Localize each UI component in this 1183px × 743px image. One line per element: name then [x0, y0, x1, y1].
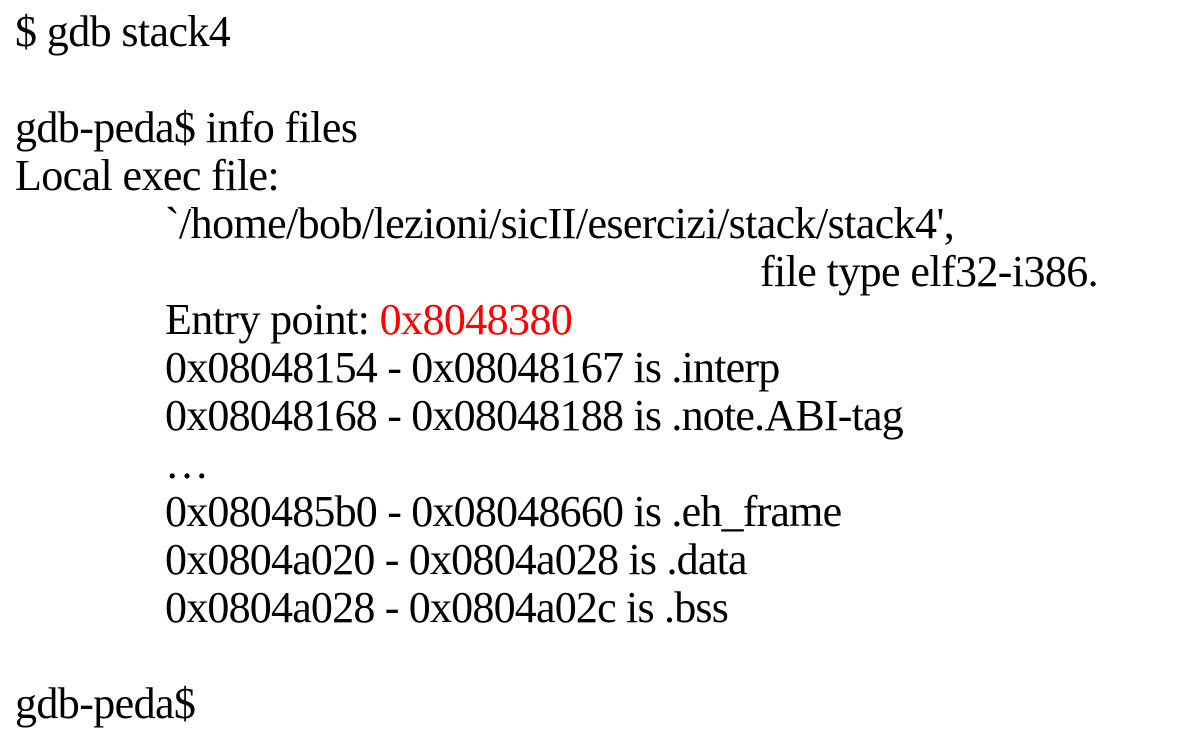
entry-point-label: Entry point:: [165, 295, 380, 344]
section-line: 0x080485b0 - 0x08048660 is .eh_frame: [165, 487, 842, 536]
section-line: 0x0804a028 - 0x0804a02c is .bss: [165, 583, 729, 632]
terminal-output: $ gdb stack4 gdb-peda$ info files Local …: [15, 8, 1175, 728]
shell-command-line: $ gdb stack4: [15, 7, 231, 56]
ellipsis-line: …: [165, 439, 209, 488]
local-exec-label: Local exec file:: [15, 151, 280, 200]
final-prompt: gdb-peda$: [15, 679, 196, 728]
entry-point-address: 0x8048380: [379, 295, 573, 344]
section-line: 0x0804a020 - 0x0804a028 is .data: [165, 535, 748, 584]
entry-point-line: Entry point: 0x8048380: [15, 296, 1175, 344]
section-line: 0x08048154 - 0x08048167 is .interp: [165, 343, 780, 392]
exec-path: `/home/bob/lezioni/sicII/esercizi/stack/…: [165, 199, 955, 248]
file-type: file type elf32-i386.: [760, 247, 1099, 296]
info-files-command-line: gdb-peda$ info files: [15, 103, 358, 152]
section-line: 0x08048168 - 0x08048188 is .note.ABI-tag: [165, 391, 904, 440]
